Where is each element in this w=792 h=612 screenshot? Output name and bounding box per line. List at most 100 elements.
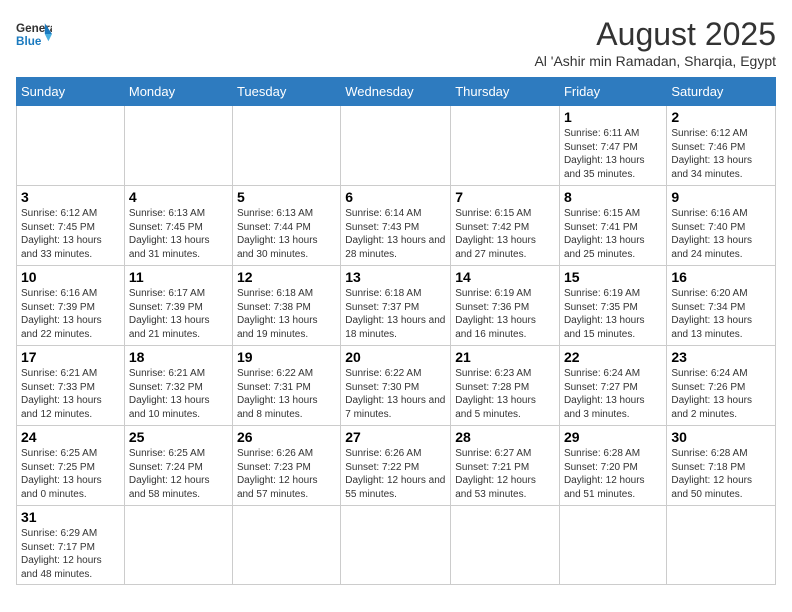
day-cell: 5Sunrise: 6:13 AMSunset: 7:44 PMDaylight… [232, 186, 340, 266]
day-number: 6 [345, 189, 446, 205]
day-cell: 7 Sunrise: 6:15 AMSunset: 7:42 PMDaylight… [451, 186, 560, 266]
week-row-0: 1 Sunrise: 6:11 AMSunset: 7:47 PMDaylight… [17, 106, 776, 186]
weekday-header-thursday: Thursday [451, 78, 560, 106]
day-number: 30 [671, 429, 771, 445]
day-cell: 6 Sunrise: 6:14 AMSunset: 7:43 PMDaylight… [341, 186, 451, 266]
day-number: 4 [129, 189, 228, 205]
day-cell: 27 Sunrise: 6:26 AMSunset: 7:22 PMDayligh… [341, 426, 451, 506]
day-info: Sunrise: 6:13 AMSunset: 7:45 PMDaylight:… [129, 207, 228, 261]
day-cell: 28Sunrise: 6:27 AMSunset: 7:21 PMDayligh… [451, 426, 560, 506]
day-number: 13 [345, 269, 446, 285]
day-number: 19 [237, 349, 336, 365]
day-number: 9 [671, 189, 771, 205]
day-number: 7 [455, 189, 555, 205]
day-info: Sunrise: 6:28 AMSunset: 7:18 PMDaylight:… [671, 447, 771, 501]
day-cell: 16 Sunrise: 6:20 AMSunset: 7:34 PMDayligh… [667, 266, 776, 346]
day-cell: 20 Sunrise: 6:22 AMSunset: 7:30 PMDayligh… [341, 346, 451, 426]
day-number: 16 [671, 269, 771, 285]
day-number: 22 [564, 349, 662, 365]
day-number: 27 [345, 429, 446, 445]
day-info: Sunrise: 6:20 AMSunset: 7:34 PMDaylight:… [671, 287, 771, 341]
week-row-5: 31 Sunrise: 6:29 AMSunset: 7:17 PMDayligh… [17, 506, 776, 585]
day-number: 5 [237, 189, 336, 205]
day-number: 18 [129, 349, 228, 365]
day-cell [451, 506, 560, 585]
logo-icon: General Blue [16, 16, 52, 52]
day-cell: 30 Sunrise: 6:28 AMSunset: 7:18 PMDayligh… [667, 426, 776, 506]
day-info: Sunrise: 6:15 AMSunset: 7:41 PMDaylight:… [564, 207, 662, 261]
day-info: Sunrise: 6:17 AMSunset: 7:39 PMDaylight:… [129, 287, 228, 341]
day-info: Sunrise: 6:22 AMSunset: 7:31 PMDaylight:… [237, 367, 336, 421]
day-info: Sunrise: 6:29 AMSunset: 7:17 PMDaylight:… [21, 527, 120, 581]
day-info: Sunrise: 6:24 AMSunset: 7:26 PMDaylight:… [671, 367, 771, 421]
day-cell: 24Sunrise: 6:25 AMSunset: 7:25 PMDayligh… [17, 426, 125, 506]
day-number: 11 [129, 269, 228, 285]
day-info: Sunrise: 6:21 AMSunset: 7:32 PMDaylight:… [129, 367, 228, 421]
day-info: Sunrise: 6:26 AMSunset: 7:22 PMDaylight:… [345, 447, 446, 501]
day-info: Sunrise: 6:12 AMSunset: 7:45 PMDaylight:… [21, 207, 120, 261]
day-info: Sunrise: 6:15 AMSunset: 7:42 PMDaylight:… [455, 207, 555, 261]
day-cell: 26Sunrise: 6:26 AMSunset: 7:23 PMDayligh… [232, 426, 340, 506]
day-number: 15 [564, 269, 662, 285]
day-info: Sunrise: 6:27 AMSunset: 7:21 PMDaylight:… [455, 447, 555, 501]
day-cell [124, 506, 232, 585]
day-info: Sunrise: 6:22 AMSunset: 7:30 PMDaylight:… [345, 367, 446, 421]
day-cell: 11 Sunrise: 6:17 AMSunset: 7:39 PMDayligh… [124, 266, 232, 346]
day-number: 25 [129, 429, 228, 445]
day-cell: 3 Sunrise: 6:12 AMSunset: 7:45 PMDaylight… [17, 186, 125, 266]
weekday-header-row: SundayMondayTuesdayWednesdayThursdayFrid… [17, 78, 776, 106]
weekday-header-friday: Friday [559, 78, 666, 106]
day-cell: 1 Sunrise: 6:11 AMSunset: 7:47 PMDaylight… [559, 106, 666, 186]
day-number: 14 [455, 269, 555, 285]
day-info: Sunrise: 6:14 AMSunset: 7:43 PMDaylight:… [345, 207, 446, 261]
day-cell [17, 106, 125, 186]
day-cell: 15 Sunrise: 6:19 AMSunset: 7:35 PMDayligh… [559, 266, 666, 346]
week-row-1: 3 Sunrise: 6:12 AMSunset: 7:45 PMDaylight… [17, 186, 776, 266]
day-number: 26 [237, 429, 336, 445]
day-number: 17 [21, 349, 120, 365]
day-cell: 17 Sunrise: 6:21 AMSunset: 7:33 PMDayligh… [17, 346, 125, 426]
day-number: 3 [21, 189, 120, 205]
day-number: 20 [345, 349, 446, 365]
day-info: Sunrise: 6:24 AMSunset: 7:27 PMDaylight:… [564, 367, 662, 421]
day-info: Sunrise: 6:11 AMSunset: 7:47 PMDaylight:… [564, 127, 662, 181]
day-cell: 8 Sunrise: 6:15 AMSunset: 7:41 PMDaylight… [559, 186, 666, 266]
day-info: Sunrise: 6:23 AMSunset: 7:28 PMDaylight:… [455, 367, 555, 421]
svg-text:Blue: Blue [16, 35, 42, 48]
day-number: 8 [564, 189, 662, 205]
day-number: 29 [564, 429, 662, 445]
day-info: Sunrise: 6:19 AMSunset: 7:36 PMDaylight:… [455, 287, 555, 341]
day-cell: 9Sunrise: 6:16 AMSunset: 7:40 PMDaylight… [667, 186, 776, 266]
day-cell: 18 Sunrise: 6:21 AMSunset: 7:32 PMDayligh… [124, 346, 232, 426]
weekday-header-sunday: Sunday [17, 78, 125, 106]
day-cell: 4 Sunrise: 6:13 AMSunset: 7:45 PMDaylight… [124, 186, 232, 266]
day-info: Sunrise: 6:21 AMSunset: 7:33 PMDaylight:… [21, 367, 120, 421]
title-area: August 2025 Al 'Ashir min Ramadan, Sharq… [534, 16, 776, 69]
week-row-4: 24Sunrise: 6:25 AMSunset: 7:25 PMDayligh… [17, 426, 776, 506]
day-info: Sunrise: 6:12 AMSunset: 7:46 PMDaylight:… [671, 127, 771, 181]
day-number: 2 [671, 109, 771, 125]
day-cell [341, 106, 451, 186]
day-number: 31 [21, 509, 120, 525]
week-row-2: 10Sunrise: 6:16 AMSunset: 7:39 PMDayligh… [17, 266, 776, 346]
day-number: 23 [671, 349, 771, 365]
day-info: Sunrise: 6:28 AMSunset: 7:20 PMDaylight:… [564, 447, 662, 501]
day-number: 1 [564, 109, 662, 125]
day-info: Sunrise: 6:19 AMSunset: 7:35 PMDaylight:… [564, 287, 662, 341]
day-cell: 25 Sunrise: 6:25 AMSunset: 7:24 PMDayligh… [124, 426, 232, 506]
day-cell [232, 506, 340, 585]
calendar-table: SundayMondayTuesdayWednesdayThursdayFrid… [16, 77, 776, 585]
weekday-header-monday: Monday [124, 78, 232, 106]
day-cell [341, 506, 451, 585]
day-info: Sunrise: 6:18 AMSunset: 7:37 PMDaylight:… [345, 287, 446, 341]
weekday-header-tuesday: Tuesday [232, 78, 340, 106]
calendar-subtitle: Al 'Ashir min Ramadan, Sharqia, Egypt [534, 53, 776, 69]
logo: General Blue [16, 16, 52, 52]
day-info: Sunrise: 6:25 AMSunset: 7:24 PMDaylight:… [129, 447, 228, 501]
day-cell: 19 Sunrise: 6:22 AMSunset: 7:31 PMDayligh… [232, 346, 340, 426]
page-header: General Blue August 2025 Al 'Ashir min R… [16, 16, 776, 69]
day-info: Sunrise: 6:25 AMSunset: 7:25 PMDaylight:… [21, 447, 120, 501]
day-cell [451, 106, 560, 186]
day-info: Sunrise: 6:16 AMSunset: 7:39 PMDaylight:… [21, 287, 120, 341]
day-info: Sunrise: 6:18 AMSunset: 7:38 PMDaylight:… [237, 287, 336, 341]
